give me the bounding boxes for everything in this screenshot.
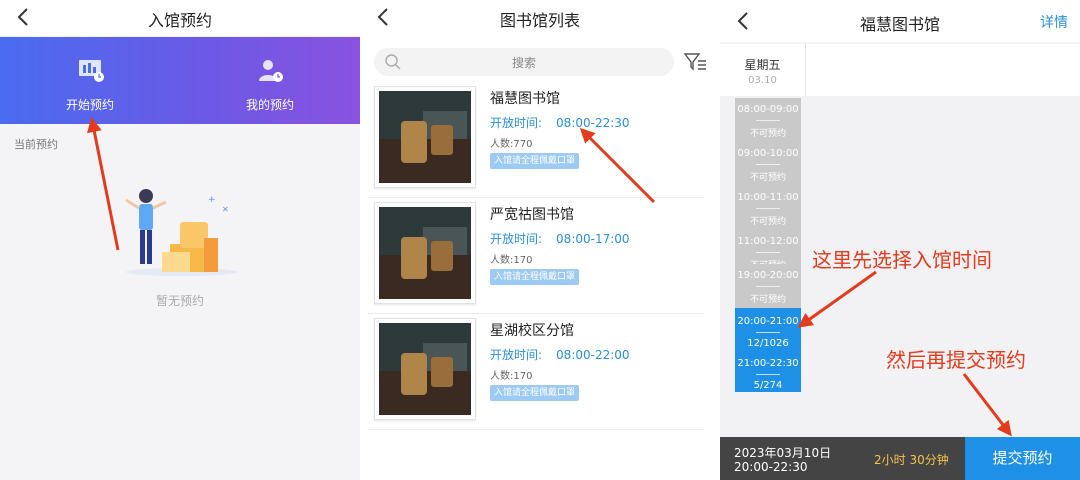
slot-time: 19:00-20:00 xyxy=(737,270,799,281)
booking-footer: 2023年03月10日 20:00-22:30 2小时 30分钟 提交预约 xyxy=(720,437,1080,480)
slot-capacity: 12/1026 xyxy=(747,338,789,349)
start-reservation-button[interactable]: 开始预约 xyxy=(0,37,180,124)
library-card[interactable]: 福慧图书馆 开放时间: 08:00-22:30 人数:770 入馆请全程佩戴口罩 xyxy=(368,82,704,198)
calendar-board-icon xyxy=(79,60,104,82)
opening-hours: 开放时间: 08:00-17:00 xyxy=(490,230,630,247)
slot-time: 11:00-12:00 xyxy=(737,236,799,247)
reservation-home-screen: 入馆预约 开始预约 我的预约 当前预约 + ✕ 暂无预约 xyxy=(0,0,360,480)
slot-time: 21:00-22:30 xyxy=(737,358,799,369)
search-input[interactable]: 搜索 xyxy=(374,48,674,76)
action-banner: 开始预约 我的预约 xyxy=(0,37,360,124)
time-slot[interactable]: 10:00-11:00 不可预约 xyxy=(735,184,801,228)
svg-text:+: + xyxy=(208,195,216,205)
library-photo-image xyxy=(379,323,471,415)
slot-status: 不可预约 xyxy=(749,217,786,227)
page-title: 入馆预约 xyxy=(147,11,212,30)
hours-value: 08:00-22:30 xyxy=(556,116,630,130)
hours-value: 08:00-17:00 xyxy=(556,232,630,246)
svg-text:✕: ✕ xyxy=(222,205,229,214)
time-slot-selected[interactable]: 21:00-22:30 5/274 xyxy=(735,350,801,392)
library-name: 福慧图书馆 xyxy=(490,91,560,107)
slot-status: 不可预约 xyxy=(749,129,786,139)
selected-time-range: 20:00-22:30 xyxy=(734,460,808,474)
submit-reservation-button[interactable]: 提交预约 xyxy=(965,437,1080,480)
mask-notice-tag: 入馆请全程佩戴口罩 xyxy=(490,153,580,169)
opening-hours: 开放时间: 08:00-22:30 xyxy=(490,114,630,131)
day-tab[interactable]: 星期五 03.10 xyxy=(720,44,806,96)
slot-status: 不可预约 xyxy=(749,173,786,183)
library-list-screen: 图书馆列表 搜索 福慧图书馆 开放时间: 08:00-22:30 人数:770 入… xyxy=(360,0,720,480)
filter-icon[interactable] xyxy=(683,51,707,73)
library-photo-image xyxy=(379,91,471,183)
slot-divider xyxy=(756,120,780,121)
hours-label: 开放时间: xyxy=(490,348,543,362)
detail-link[interactable]: 详情 xyxy=(1040,12,1068,32)
library-name: 星湖校区分馆 xyxy=(490,323,574,339)
annotation-step2: 然后再提交预约 xyxy=(886,348,1026,372)
slot-time: 20:00-21:00 xyxy=(737,316,799,327)
header: 图书馆列表 xyxy=(360,0,720,36)
day-name: 星期五 xyxy=(744,58,781,72)
empty-state-text: 暂无预约 xyxy=(155,294,204,308)
library-photo xyxy=(374,202,476,304)
library-photo-image xyxy=(379,207,471,299)
time-slot-selected[interactable]: 20:00-21:00 12/1026 xyxy=(735,308,801,352)
current-reservations-heading: 当前预约 xyxy=(14,138,58,151)
my-reservations-button[interactable]: 我的预约 xyxy=(180,37,360,124)
time-slot[interactable]: 08:00-09:00 不可预约 xyxy=(735,98,801,140)
time-slot[interactable]: 19:00-20:00 不可预约 xyxy=(735,264,801,308)
opening-hours: 开放时间: 08:00-22:00 xyxy=(490,346,630,363)
day-selector: 星期五 03.10 xyxy=(720,44,1080,96)
selected-duration: 2小时 30分钟 xyxy=(874,453,949,467)
slot-divider xyxy=(756,286,780,287)
slot-divider xyxy=(756,252,780,253)
library-photo xyxy=(374,318,476,420)
slot-time: 08:00-09:00 xyxy=(737,104,799,115)
my-reservations-label: 我的预约 xyxy=(245,98,294,112)
slot-time: 09:00-10:00 xyxy=(737,148,799,159)
time-slot[interactable]: 09:00-10:00 不可预约 xyxy=(735,140,801,184)
library-booking-screen: 福慧图书馆 详情 星期五 03.10 08:00-09:00 不可预约 09:0… xyxy=(720,0,1080,480)
library-photo xyxy=(374,86,476,188)
slot-divider xyxy=(756,164,780,165)
page-title: 福慧图书馆 xyxy=(859,15,940,34)
slot-divider xyxy=(756,374,780,375)
library-card[interactable]: 严宽祜图书馆 开放时间: 08:00-17:00 人数:170 入馆请全程佩戴口罩 xyxy=(368,198,704,314)
slot-divider xyxy=(756,208,780,209)
slot-time: 10:00-11:00 xyxy=(737,192,799,203)
hours-label: 开放时间: xyxy=(490,232,543,246)
header: 入馆预约 xyxy=(0,0,360,36)
visitor-count: 人数:170 xyxy=(490,255,533,266)
start-reservation-label: 开始预约 xyxy=(65,98,114,112)
page-title: 图书馆列表 xyxy=(499,11,580,30)
header: 福慧图书馆 详情 xyxy=(720,0,1080,42)
mask-notice-tag: 入馆请全程佩戴口罩 xyxy=(490,385,580,401)
empty-state-illustration: + ✕ xyxy=(125,189,238,276)
annotation-step1: 这里先选择入馆时间 xyxy=(812,248,992,272)
library-card[interactable]: 星湖校区分馆 开放时间: 08:00-22:00 人数:170 入馆请全程佩戴口罩 xyxy=(368,314,704,430)
hours-label: 开放时间: xyxy=(490,116,543,130)
visitor-count: 人数:170 xyxy=(490,371,533,382)
time-slot-list: 08:00-09:00 不可预约 09:00-10:00 不可预约 10:00-… xyxy=(735,98,801,392)
slot-capacity: 5/274 xyxy=(753,380,783,391)
mask-notice-tag: 入馆请全程佩戴口罩 xyxy=(490,269,580,285)
slot-divider xyxy=(756,332,780,333)
hours-value: 08:00-22:00 xyxy=(556,348,630,362)
user-clock-icon xyxy=(259,60,283,82)
day-date: 03.10 xyxy=(748,75,777,86)
selected-date: 2023年03月10日 xyxy=(734,446,832,460)
library-name: 严宽祜图书馆 xyxy=(490,207,574,223)
slot-status: 不可预约 xyxy=(749,295,786,305)
visitor-count: 人数:770 xyxy=(490,139,533,150)
search-placeholder: 搜索 xyxy=(511,56,536,70)
